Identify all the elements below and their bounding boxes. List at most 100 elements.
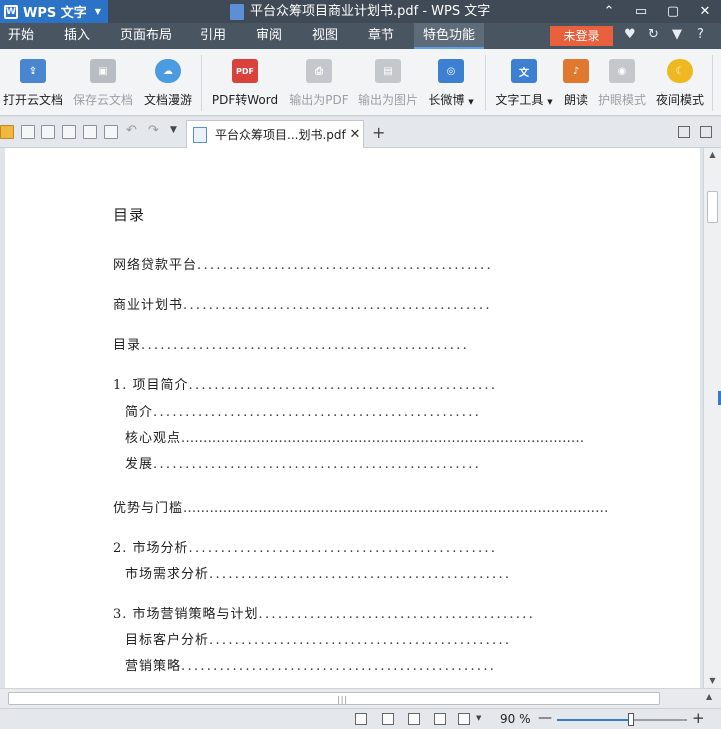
- restore-button[interactable]: ▭: [625, 0, 657, 23]
- open-cloud-doc-button[interactable]: ⇪ 打开云文档: [2, 49, 64, 116]
- read-aloud-button[interactable]: ♪ 朗读: [562, 49, 590, 116]
- view-dropdown-icon[interactable]: ▼: [476, 714, 481, 722]
- maximize-button[interactable]: ▢: [657, 0, 689, 23]
- eye-care-button[interactable]: ◉ 护眼模式: [596, 49, 648, 116]
- tab-start[interactable]: 开始: [8, 23, 34, 49]
- tab-special-features[interactable]: 特色功能: [414, 23, 484, 49]
- ribbon-separator: [712, 55, 713, 111]
- skin-icon[interactable]: ♥: [624, 27, 636, 42]
- fullscreen-icon[interactable]: [355, 713, 367, 725]
- toc-entry[interactable]: 简介......................................…: [125, 401, 481, 420]
- cloud-sync-icon: ☁: [155, 59, 181, 83]
- pdf-to-word-button[interactable]: PDF PDF转Word: [211, 49, 279, 116]
- toc-entry[interactable]: 商业计划书...................................…: [113, 294, 492, 313]
- toc-entry[interactable]: 2. 市场分析.................................…: [113, 537, 497, 556]
- scroll-right-icon[interactable]: ▲: [706, 692, 712, 701]
- print-icon[interactable]: [62, 125, 76, 139]
- refresh-icon[interactable]: ↻: [648, 27, 659, 42]
- horizontal-scrollbar[interactable]: ||| ▲: [0, 688, 721, 708]
- tab-chapter[interactable]: 章节: [368, 23, 394, 49]
- collapse-ribbon-button[interactable]: ⌃: [593, 0, 625, 23]
- close-tab-button[interactable]: ✕: [347, 127, 363, 142]
- close-window-button[interactable]: ✕: [689, 0, 721, 23]
- web-view-icon[interactable]: [434, 713, 446, 725]
- toc-entry[interactable]: 1. 项目简介.................................…: [113, 374, 497, 393]
- toc-heading: 目录: [113, 206, 146, 224]
- document-area[interactable]: 目录 网络贷款平台...............................…: [0, 148, 703, 688]
- read-aloud-icon: ♪: [563, 59, 589, 83]
- page-setup-icon[interactable]: [104, 125, 118, 139]
- tab-view[interactable]: 视图: [312, 23, 338, 49]
- zoom-out-button[interactable]: —: [538, 710, 552, 726]
- zoom-level[interactable]: 90 %: [500, 712, 531, 726]
- vertical-scrollbar[interactable]: ▲ ▼: [703, 148, 721, 688]
- wps-logo-icon: W: [4, 4, 18, 19]
- toc-entry[interactable]: 优势与门槛...................................…: [113, 497, 609, 516]
- word-doc-icon: [193, 126, 207, 143]
- doc-roaming-button[interactable]: ☁ 文档漫游: [142, 49, 194, 116]
- export-pdf-quick-icon[interactable]: [41, 125, 55, 139]
- tab-insert[interactable]: 插入: [64, 23, 90, 49]
- tab-list-icon[interactable]: [678, 126, 690, 138]
- save-icon[interactable]: [21, 125, 35, 139]
- document-tab[interactable]: 平台众筹项目...划书.pdf ✕: [186, 120, 364, 148]
- tab-page-layout[interactable]: 页面布局: [120, 23, 172, 49]
- toc-entry[interactable]: 网络贷款平台..................................…: [113, 254, 493, 273]
- reading-view-icon[interactable]: [458, 713, 470, 725]
- status-bar: ▼ 90 % — +: [0, 708, 721, 729]
- zoom-in-button[interactable]: +: [692, 709, 705, 727]
- export-image-button[interactable]: ▤ 输出为图片: [357, 49, 419, 116]
- vertical-scroll-thumb[interactable]: [707, 191, 718, 223]
- window-title: 平台众筹项目商业计划书.pdf - WPS 文字: [230, 0, 490, 23]
- dropdown-arrow-icon: ▼: [468, 98, 474, 106]
- toc-entry[interactable]: 目录......................................…: [113, 334, 469, 353]
- help-button[interactable]: ?: [697, 27, 704, 42]
- toc-entry[interactable]: 市场需求分析..................................…: [125, 563, 511, 582]
- window-title-text: 平台众筹项目商业计划书.pdf - WPS 文字: [250, 4, 491, 19]
- zoom-slider[interactable]: [557, 713, 687, 726]
- document-tab-bar: ↶ ↷ ▼ 平台众筹项目...划书.pdf ✕ +: [0, 117, 721, 148]
- eye-care-icon: ◉: [609, 59, 635, 83]
- print-preview-icon[interactable]: [83, 125, 97, 139]
- horizontal-scroll-thumb[interactable]: |||: [8, 692, 660, 705]
- dropdown-arrow-icon: ▼: [547, 98, 553, 106]
- scroll-up-icon[interactable]: ▲: [704, 150, 721, 159]
- caret-down-icon: ▼: [94, 7, 101, 16]
- app-name: WPS 文字: [23, 6, 87, 21]
- pdf-to-word-icon: PDF: [232, 59, 258, 83]
- login-button[interactable]: 未登录: [550, 26, 613, 46]
- shirt-icon[interactable]: ▼: [672, 27, 682, 42]
- zoom-slider-thumb[interactable]: [628, 713, 635, 726]
- new-tab-button[interactable]: +: [372, 123, 385, 142]
- open-folder-icon[interactable]: [0, 125, 14, 139]
- menu-bar: 开始 插入 页面布局 引用 审阅 视图 章节 特色功能 未登录 ♥ ↻ ▼ ?: [0, 23, 721, 49]
- export-pdf-icon: ⎙: [306, 59, 332, 83]
- tab-menu-icon[interactable]: [700, 126, 712, 138]
- toc-entry[interactable]: 营销策略....................................…: [125, 655, 496, 674]
- night-mode-icon: ☾: [667, 59, 693, 83]
- document-tab-name: 平台众筹项目...划书.pdf: [215, 128, 346, 142]
- ribbon-separator: [201, 55, 202, 111]
- app-menu-button[interactable]: W WPS 文字 ▼: [0, 0, 108, 23]
- undo-icon[interactable]: ↶: [126, 123, 137, 138]
- save-cloud-doc-button[interactable]: ▣ 保存云文档: [72, 49, 134, 116]
- outline-view-icon[interactable]: [408, 713, 420, 725]
- toc-entry[interactable]: 发展......................................…: [125, 453, 481, 472]
- toc-entry[interactable]: 目标客户分析..................................…: [125, 629, 511, 648]
- long-weibo-button[interactable]: ◎ 长微博 ▼: [427, 49, 475, 116]
- night-mode-button[interactable]: ☾ 夜间模式: [654, 49, 706, 116]
- document-icon: [230, 3, 244, 20]
- text-tools-button[interactable]: 文 文字工具 ▼: [494, 49, 554, 116]
- weibo-icon: ◎: [438, 59, 464, 83]
- export-pdf-button[interactable]: ⎙ 输出为PDF: [289, 49, 349, 116]
- tab-review[interactable]: 审阅: [256, 23, 282, 49]
- cloud-open-icon: ⇪: [20, 59, 46, 83]
- document-page[interactable]: 目录 网络贷款平台...............................…: [5, 148, 700, 688]
- scroll-down-icon[interactable]: ▼: [704, 676, 721, 685]
- toc-entry[interactable]: 核心观点....................................…: [125, 427, 584, 446]
- toc-entry[interactable]: 3. 市场营销策略与计划............................…: [113, 603, 535, 622]
- tab-references[interactable]: 引用: [200, 23, 226, 49]
- customize-quick-access-icon[interactable]: ▼: [170, 125, 177, 135]
- redo-icon[interactable]: ↷: [148, 123, 159, 138]
- page-view-icon[interactable]: [382, 713, 394, 725]
